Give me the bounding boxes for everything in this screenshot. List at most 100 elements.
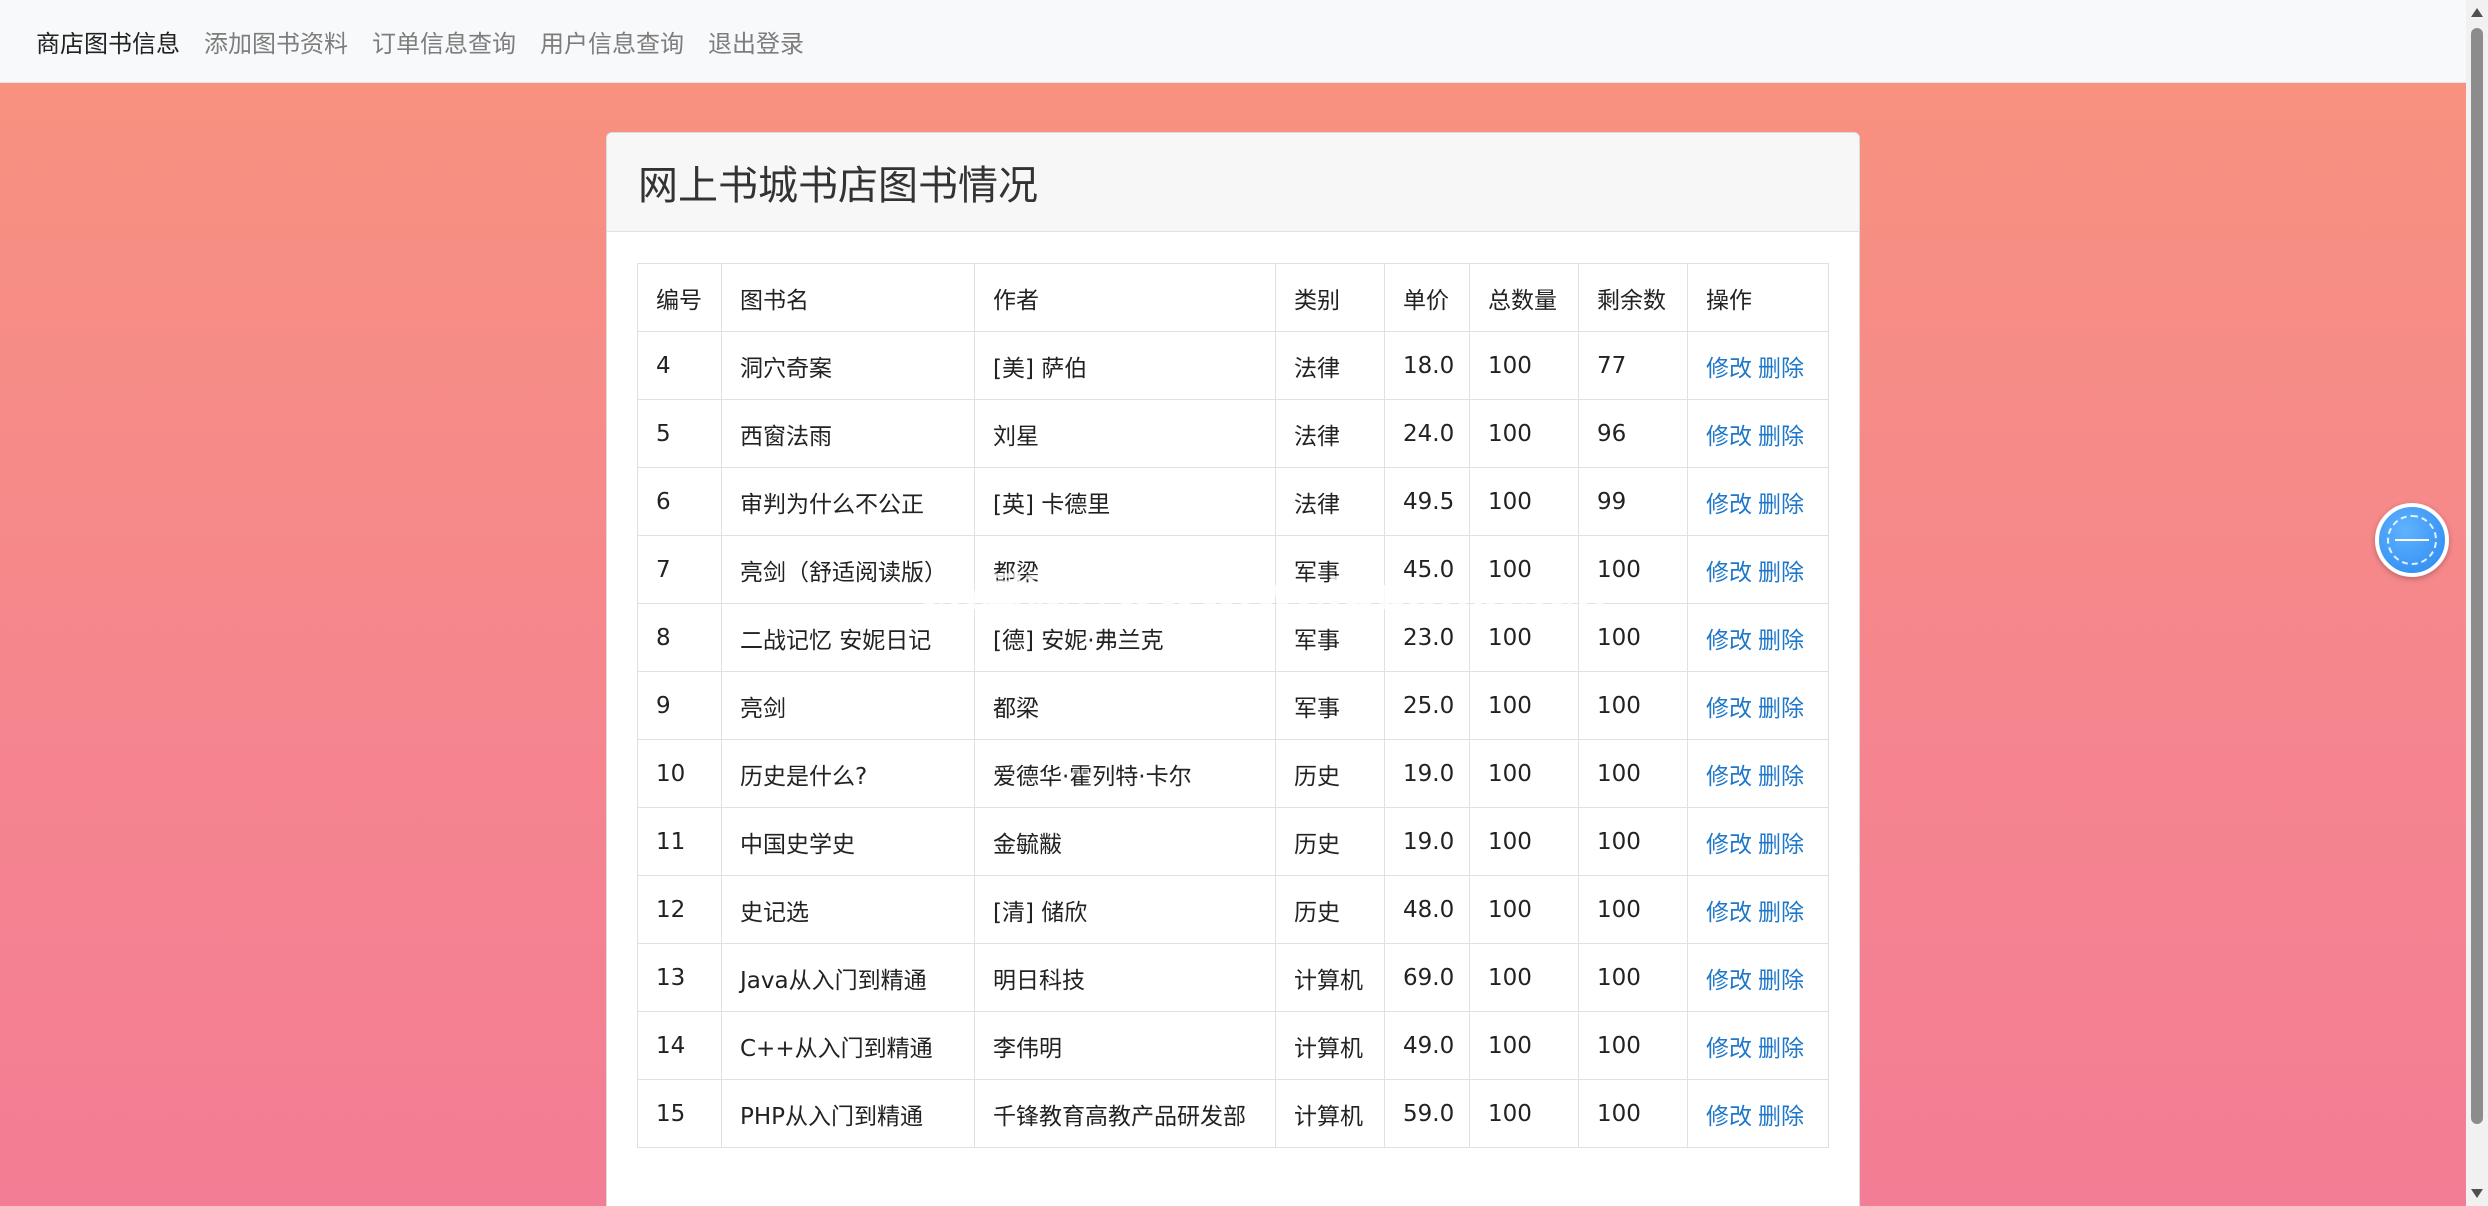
cell-remaining: 100	[1578, 943, 1688, 1012]
scroll-up-arrow-icon[interactable]	[2471, 8, 2483, 17]
cell-id: 6	[637, 467, 722, 536]
cell-category: 法律	[1275, 331, 1385, 400]
nav-item-logout[interactable]: 退出登录	[708, 24, 804, 59]
cell-remaining: 100	[1578, 603, 1688, 672]
edit-link[interactable]: 修改	[1706, 900, 1752, 926]
column-header-id: 编号	[637, 263, 722, 332]
cell-book-name: C++从入门到精通	[721, 1011, 975, 1080]
nav-item-user-query[interactable]: 用户信息查询	[540, 24, 684, 59]
cell-author: 爱德华·霍列特·卡尔	[974, 739, 1276, 808]
edit-link[interactable]: 修改	[1706, 1036, 1752, 1062]
cell-book-name: 审判为什么不公正	[721, 467, 975, 536]
cell-remaining: 100	[1578, 1079, 1688, 1148]
cell-id: 10	[637, 739, 722, 808]
edit-link[interactable]: 修改	[1706, 1104, 1752, 1130]
cell-total: 100	[1469, 331, 1579, 400]
delete-link[interactable]: 删除	[1758, 1036, 1804, 1062]
nav-item-add-book[interactable]: 添加图书资料	[204, 24, 348, 59]
cell-book-name: 亮剑（舒适阅读版）	[721, 535, 975, 604]
nav-item-order-query[interactable]: 订单信息查询	[372, 24, 516, 59]
column-header-author: 作者	[974, 263, 1276, 332]
delete-link[interactable]: 删除	[1758, 764, 1804, 790]
cell-total: 100	[1469, 807, 1579, 876]
cell-remaining: 100	[1578, 807, 1688, 876]
delete-link[interactable]: 删除	[1758, 900, 1804, 926]
cell-remaining: 100	[1578, 875, 1688, 944]
delete-link[interactable]: 删除	[1758, 696, 1804, 722]
cell-actions: 修改 删除	[1687, 331, 1829, 400]
cell-total: 100	[1469, 1011, 1579, 1080]
delete-link[interactable]: 删除	[1758, 628, 1804, 654]
cell-price: 49.5	[1384, 467, 1470, 536]
edit-link[interactable]: 修改	[1706, 492, 1752, 518]
cell-actions: 修改 删除	[1687, 807, 1829, 876]
cell-author: [德] 安妮·弗兰克	[974, 603, 1276, 672]
edit-link[interactable]: 修改	[1706, 696, 1752, 722]
table-header-row: 编号 图书名 作者 类别 单价 总数量 剩余数 操作	[637, 263, 1829, 332]
scrollbar-thumb[interactable]	[2471, 28, 2483, 1124]
cell-remaining: 100	[1578, 1011, 1688, 1080]
cell-book-name: 亮剑	[721, 671, 975, 740]
cell-total: 100	[1469, 467, 1579, 536]
table-row: 6 审判为什么不公正 [英] 卡德里 法律 49.5 100 99 修改 删除	[637, 467, 1829, 536]
cell-book-name: 二战记忆 安妮日记	[721, 603, 975, 672]
cell-id: 15	[637, 1079, 722, 1148]
cell-book-name: 中国史学史	[721, 807, 975, 876]
table-row: 15 PHP从入门到精通 千锋教育高教产品研发部 计算机 59.0 100 100 修改 删除	[637, 1079, 1829, 1148]
table-row: 7 亮剑（舒适阅读版） 都梁 军事 45.0 100 100 修改 删除	[637, 535, 1829, 604]
cell-actions: 修改 删除	[1687, 1079, 1829, 1148]
cell-category: 计算机	[1275, 943, 1385, 1012]
cell-price: 48.0	[1384, 875, 1470, 944]
cell-price: 23.0	[1384, 603, 1470, 672]
delete-link[interactable]: 删除	[1758, 832, 1804, 858]
cell-price: 25.0	[1384, 671, 1470, 740]
scroll-down-arrow-icon[interactable]	[2471, 1189, 2483, 1198]
cell-price: 18.0	[1384, 331, 1470, 400]
edit-link[interactable]: 修改	[1706, 424, 1752, 450]
table-row: 13 Java从入门到精通 明日科技 计算机 69.0 100 100 修改 删除	[637, 943, 1829, 1012]
edit-link[interactable]: 修改	[1706, 628, 1752, 654]
cell-id: 14	[637, 1011, 722, 1080]
cell-price: 49.0	[1384, 1011, 1470, 1080]
cell-category: 军事	[1275, 671, 1385, 740]
cell-remaining: 77	[1578, 331, 1688, 400]
delete-link[interactable]: 删除	[1758, 968, 1804, 994]
cell-category: 法律	[1275, 467, 1385, 536]
delete-link[interactable]: 删除	[1758, 424, 1804, 450]
page-scrollbar[interactable]	[2466, 0, 2488, 1206]
cell-id: 5	[637, 399, 722, 468]
cell-author: 金毓黻	[974, 807, 1276, 876]
cell-remaining: 99	[1578, 467, 1688, 536]
cell-id: 8	[637, 603, 722, 672]
cell-id: 13	[637, 943, 722, 1012]
cell-actions: 修改 删除	[1687, 1011, 1829, 1080]
floating-assistant-button[interactable]	[2375, 503, 2449, 577]
cell-author: [美] 萨伯	[974, 331, 1276, 400]
cell-total: 100	[1469, 603, 1579, 672]
edit-link[interactable]: 修改	[1706, 832, 1752, 858]
cell-id: 4	[637, 331, 722, 400]
cell-author: 千锋教育高教产品研发部	[974, 1079, 1276, 1148]
delete-link[interactable]: 删除	[1758, 560, 1804, 586]
cell-total: 100	[1469, 671, 1579, 740]
nav-item-book-info[interactable]: 商店图书信息	[36, 24, 180, 59]
cell-price: 59.0	[1384, 1079, 1470, 1148]
cell-total: 100	[1469, 535, 1579, 604]
table-row: 14 C++从入门到精通 李伟明 计算机 49.0 100 100 修改 删除	[637, 1011, 1829, 1080]
delete-link[interactable]: 删除	[1758, 492, 1804, 518]
cell-author: 都梁	[974, 671, 1276, 740]
cell-remaining: 100	[1578, 671, 1688, 740]
cell-price: 45.0	[1384, 535, 1470, 604]
cell-category: 计算机	[1275, 1079, 1385, 1148]
column-header-actions: 操作	[1687, 263, 1829, 332]
edit-link[interactable]: 修改	[1706, 560, 1752, 586]
edit-link[interactable]: 修改	[1706, 356, 1752, 382]
edit-link[interactable]: 修改	[1706, 968, 1752, 994]
delete-link[interactable]: 删除	[1758, 356, 1804, 382]
cell-id: 12	[637, 875, 722, 944]
edit-link[interactable]: 修改	[1706, 764, 1752, 790]
delete-link[interactable]: 删除	[1758, 1104, 1804, 1130]
cell-author: [英] 卡德里	[974, 467, 1276, 536]
table-row: 11 中国史学史 金毓黻 历史 19.0 100 100 修改 删除	[637, 807, 1829, 876]
cell-actions: 修改 删除	[1687, 875, 1829, 944]
